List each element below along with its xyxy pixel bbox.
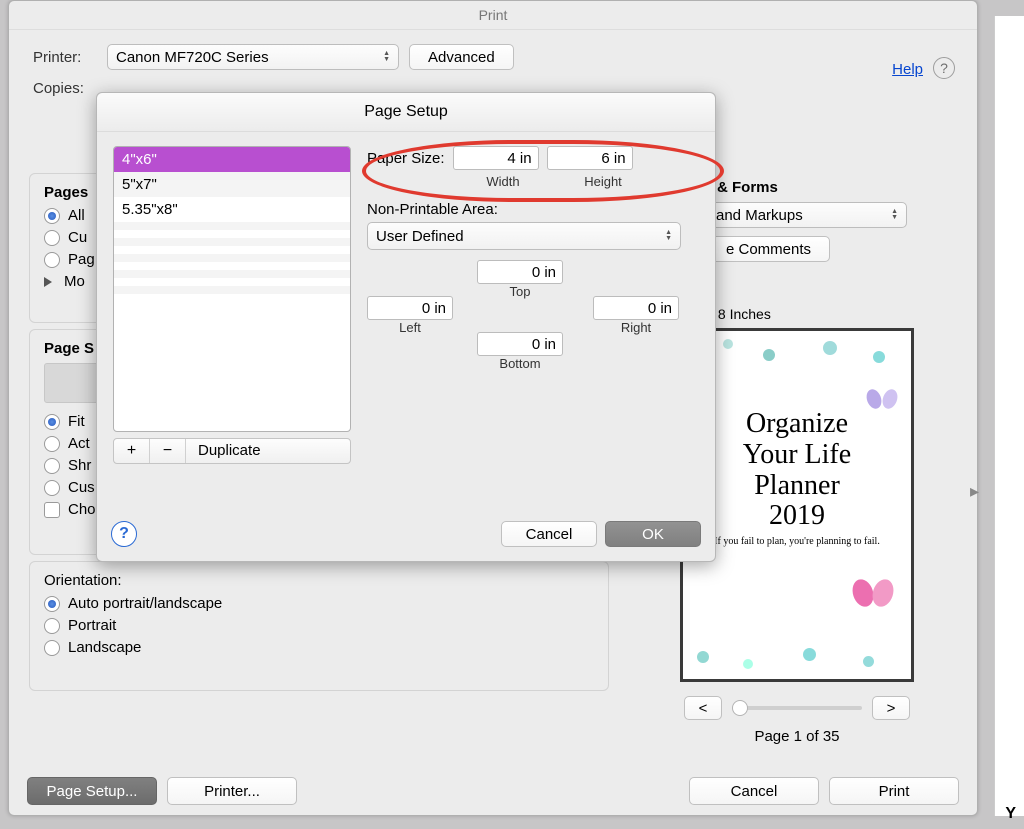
cover-tagline: If you fail to plan, you're planning to …	[683, 536, 911, 547]
margin-bottom-input[interactable]: 0 in	[477, 332, 563, 356]
printer-button[interactable]: Printer...	[167, 777, 297, 805]
margin-top-label: Top	[477, 284, 563, 299]
margin-grid: 0 in Top 0 in Left 0 in Right 0 in Botto…	[367, 260, 699, 400]
printer-selected: Canon MF720C Series	[116, 49, 269, 66]
window-title: Print	[9, 1, 977, 30]
printer-select[interactable]: Canon MF720C Series ▲▼	[107, 44, 399, 70]
page-setup-sheet: Page Setup 4"x6" 5"x7" 5.35"x8" + − Dupl…	[96, 92, 716, 562]
slider-thumb[interactable]	[732, 700, 748, 716]
size-list-toolbar: + − Duplicate	[113, 438, 351, 464]
preview-prev-button[interactable]: <	[684, 696, 722, 720]
non-printable-selected: User Defined	[376, 228, 464, 245]
non-printable-label: Non-Printable Area:	[367, 201, 699, 218]
pages-all-radio[interactable]	[44, 208, 60, 224]
margin-left-input[interactable]: 0 in	[367, 296, 453, 320]
cover-line4: 2019	[683, 501, 911, 532]
disclosure-icon[interactable]	[44, 277, 52, 287]
cancel-button[interactable]: Cancel	[689, 777, 819, 805]
pages-current-label: Cu	[68, 229, 87, 246]
sheet-help-button[interactable]: ?	[111, 521, 137, 547]
fit-radio[interactable]	[44, 414, 60, 430]
comments-select[interactable]: and Markups ▲▼	[707, 202, 907, 228]
margin-right-input[interactable]: 0 in	[593, 296, 679, 320]
butterfly-icon	[853, 579, 893, 609]
print-button[interactable]: Print	[829, 777, 959, 805]
height-input[interactable]: 6 in	[547, 146, 633, 170]
preview-slider[interactable]	[732, 706, 862, 710]
actual-label: Act	[68, 435, 90, 452]
size-option-2[interactable]: 5.35"x8"	[114, 197, 350, 222]
preview-next-button[interactable]: >	[872, 696, 910, 720]
sheet-cancel-button[interactable]: Cancel	[501, 521, 597, 547]
pages-more-label: Mo	[64, 273, 85, 290]
copies-label: Copies:	[33, 80, 97, 97]
custom-radio[interactable]	[44, 480, 60, 496]
forms-title: & Forms	[717, 179, 937, 196]
actual-radio[interactable]	[44, 436, 60, 452]
orient-portrait-radio[interactable]	[44, 618, 60, 634]
bottom-bar: Page Setup... Printer... Cancel Print	[9, 777, 977, 805]
margin-right-label: Right	[593, 320, 679, 335]
advanced-button[interactable]: Advanced	[409, 44, 514, 70]
paper-size-label: Paper Size:	[367, 150, 445, 167]
cover-line2: Your Life	[683, 440, 911, 471]
help-icon[interactable]: ?	[933, 57, 955, 79]
page-setup-button[interactable]: Page Setup...	[27, 777, 157, 805]
paper-size-list[interactable]: 4"x6" 5"x7" 5.35"x8"	[113, 146, 351, 432]
summarize-comments-button[interactable]: e Comments	[707, 236, 830, 262]
printer-label: Printer:	[33, 49, 97, 66]
margin-top-input[interactable]: 0 in	[477, 260, 563, 284]
page-indicator: Page 1 of 35	[657, 728, 937, 745]
background-y-icon: Y	[1005, 805, 1016, 823]
size-option-1[interactable]: 5"x7"	[114, 172, 350, 197]
pages-range-label: Pag	[68, 251, 95, 268]
margin-left-label: Left	[367, 320, 453, 335]
expand-right-icon[interactable]: ▸	[970, 481, 979, 502]
shrink-radio[interactable]	[44, 458, 60, 474]
choose-checkbox[interactable]	[44, 502, 60, 518]
sheet-title: Page Setup	[97, 93, 715, 132]
duplicate-size-button[interactable]: Duplicate	[186, 439, 273, 463]
help-link[interactable]: Help	[892, 61, 923, 78]
comments-selected: and Markups	[716, 207, 803, 224]
orient-landscape-label: Landscape	[68, 639, 141, 656]
chevron-updown-icon: ▲▼	[383, 51, 390, 63]
preview-size-label: x 8 Inches	[707, 306, 937, 322]
non-printable-select[interactable]: User Defined ▲▼	[367, 222, 681, 250]
pages-current-radio[interactable]	[44, 230, 60, 246]
chevron-updown-icon: ▲▼	[891, 209, 898, 221]
background-page	[994, 16, 1024, 816]
orient-auto-label: Auto portrait/landscape	[68, 595, 222, 612]
remove-size-button[interactable]: −	[150, 439, 186, 463]
butterfly-icon	[867, 389, 897, 411]
cover-line1: Organize	[683, 409, 911, 440]
choose-label: Cho	[68, 501, 96, 518]
orientation-title: Orientation:	[44, 572, 594, 589]
orient-auto-radio[interactable]	[44, 596, 60, 612]
orient-landscape-radio[interactable]	[44, 640, 60, 656]
height-label: Height	[553, 174, 653, 189]
sheet-ok-button[interactable]: OK	[605, 521, 701, 547]
fit-label: Fit	[68, 413, 85, 430]
margin-bottom-label: Bottom	[477, 356, 563, 371]
size-option-0[interactable]: 4"x6"	[114, 147, 350, 172]
chevron-updown-icon: ▲▼	[665, 230, 672, 242]
add-size-button[interactable]: +	[114, 439, 150, 463]
custom-label: Cus	[68, 479, 95, 496]
width-label: Width	[453, 174, 553, 189]
cover-line3: Planner	[683, 471, 911, 502]
orientation-group: Orientation: Auto portrait/landscape Por…	[29, 561, 609, 691]
pages-range-radio[interactable]	[44, 252, 60, 268]
pages-all-label: All	[68, 207, 85, 224]
orient-portrait-label: Portrait	[68, 617, 116, 634]
width-input[interactable]: 4 in	[453, 146, 539, 170]
shrink-label: Shr	[68, 457, 91, 474]
